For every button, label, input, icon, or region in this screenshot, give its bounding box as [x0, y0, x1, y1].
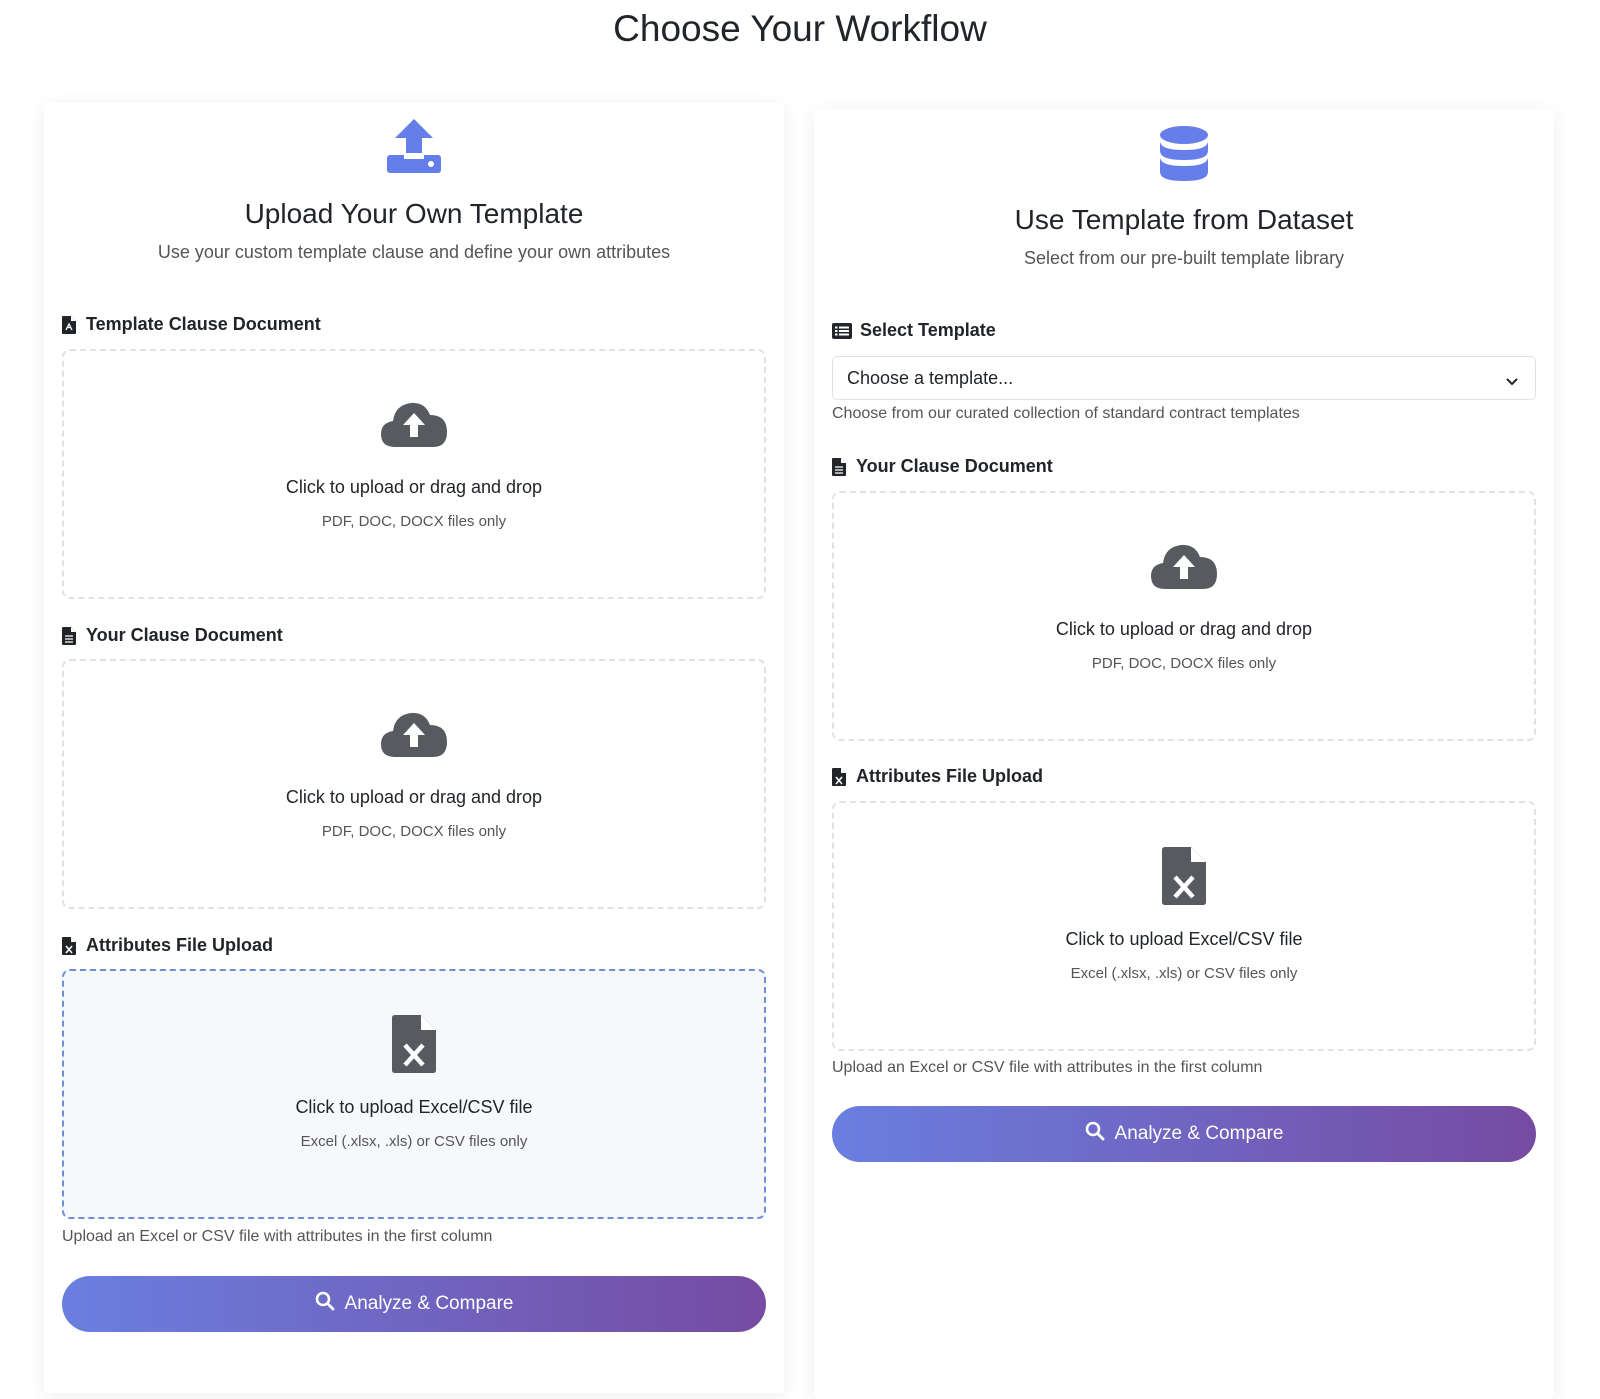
file-excel-icon	[1162, 847, 1206, 910]
template-select-value: Choose a template...	[847, 367, 1014, 388]
upload-own-template-card: Upload Your Own Template Use your custom…	[44, 103, 784, 1393]
your-clause-dropzone[interactable]: Click to upload or drag and drop PDF, DO…	[832, 491, 1536, 741]
attributes-dropzone[interactable]: Click to upload Excel/CSV file Excel (.x…	[832, 801, 1536, 1051]
attributes-dropzone[interactable]: Click to upload Excel/CSV file Excel (.x…	[62, 969, 766, 1219]
page-title: Choose Your Workflow	[613, 8, 987, 49]
upload-hint: Excel (.xlsx, .xls) or CSV files only	[1070, 965, 1298, 982]
attributes-upload-label: Attributes File Upload	[832, 766, 1043, 787]
section-label-text: Attributes File Upload	[856, 766, 1044, 786]
cloud-upload-icon	[1149, 541, 1219, 596]
file-excel-icon	[832, 767, 848, 786]
section-label-text: Your Clause Document	[856, 456, 1053, 476]
select-template-help: Choose from our curated collection of st…	[832, 405, 1300, 422]
analyze-compare-button[interactable]: Analyze & Compare	[832, 1106, 1536, 1162]
file-excel-icon	[62, 936, 78, 955]
file-excel-icon	[392, 1015, 436, 1078]
upload-instruction: Click to upload or drag and drop	[285, 477, 543, 497]
button-label: Analyze & Compare	[344, 1293, 514, 1314]
attributes-help-text: Upload an Excel or CSV file with attribu…	[62, 1228, 493, 1245]
search-icon	[1085, 1121, 1105, 1147]
dataset-template-card: Use Template from Dataset Select from ou…	[814, 109, 1554, 1399]
list-icon	[832, 322, 852, 340]
template-clause-dropzone[interactable]: Click to upload or drag and drop PDF, DO…	[62, 349, 766, 599]
cloud-upload-icon	[379, 399, 449, 454]
your-clause-label: Your Clause Document	[62, 625, 283, 646]
attributes-upload-label: Attributes File Upload	[62, 935, 273, 956]
upload-instruction: Click to upload Excel/CSV file	[295, 1097, 533, 1117]
upload-tray-icon	[385, 117, 443, 182]
template-clause-label: Template Clause Document	[62, 314, 321, 335]
card-title: Use Template from Dataset	[1014, 204, 1354, 235]
cloud-upload-icon	[379, 709, 449, 764]
section-label-text: Select Template	[860, 320, 996, 340]
upload-hint: PDF, DOC, DOCX files only	[1091, 655, 1277, 672]
section-label-text: Template Clause Document	[86, 314, 321, 334]
chevron-down-icon	[1505, 371, 1519, 392]
search-icon	[315, 1291, 335, 1317]
upload-hint: Excel (.xlsx, .xls) or CSV files only	[300, 1133, 528, 1150]
upload-instruction: Click to upload or drag and drop	[285, 787, 543, 807]
card-subtitle: Select from our pre-built template libra…	[1023, 248, 1345, 268]
database-icon	[1158, 125, 1210, 188]
file-text-icon	[832, 457, 848, 476]
section-label-text: Your Clause Document	[86, 625, 283, 645]
upload-hint: PDF, DOC, DOCX files only	[321, 513, 507, 530]
select-template-label: Select Template	[832, 320, 996, 341]
analyze-compare-button[interactable]: Analyze & Compare	[62, 1276, 766, 1332]
button-label: Analyze & Compare	[1114, 1123, 1284, 1144]
file-pdf-icon	[62, 315, 78, 334]
section-label-text: Attributes File Upload	[86, 935, 274, 955]
card-title: Upload Your Own Template	[244, 198, 584, 229]
template-select[interactable]: Choose a template...	[832, 356, 1536, 400]
upload-hint: PDF, DOC, DOCX files only	[321, 823, 507, 840]
upload-instruction: Click to upload or drag and drop	[1055, 619, 1313, 639]
upload-instruction: Click to upload Excel/CSV file	[1065, 929, 1303, 949]
your-clause-label: Your Clause Document	[832, 456, 1053, 477]
your-clause-dropzone[interactable]: Click to upload or drag and drop PDF, DO…	[62, 659, 766, 909]
file-text-icon	[62, 626, 78, 645]
attributes-help-text: Upload an Excel or CSV file with attribu…	[832, 1059, 1263, 1076]
card-subtitle: Use your custom template clause and defi…	[157, 242, 671, 262]
